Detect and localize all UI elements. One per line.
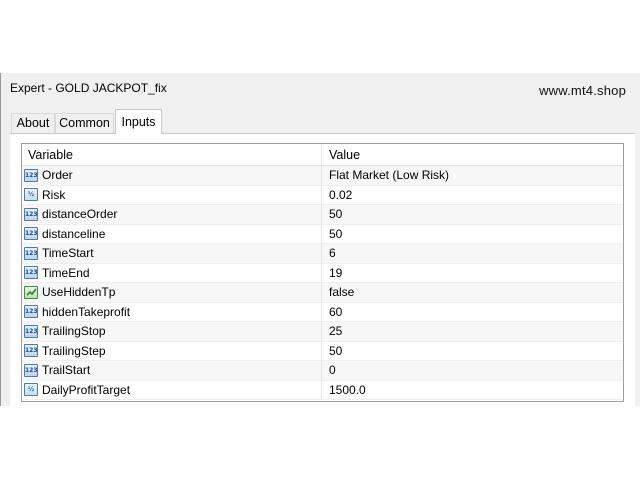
table-row[interactable]: 123 TrailingStop 25 [22,322,623,342]
variable-cell: ½ Risk [22,185,322,205]
variable-name: Order [42,168,73,183]
value-cell[interactable]: 6 [322,244,623,264]
value-cell[interactable]: 0.02 [322,186,623,205]
value-cell[interactable]: 25 [322,322,623,342]
variable-cell: 123 TimeStart [22,244,322,264]
table-row[interactable]: 123 hiddenTakeprofit 60 [22,302,623,322]
variable-name: UseHiddenTp [42,285,116,300]
variable-cell: UseHiddenTp [22,283,322,303]
variable-name: Risk [42,187,66,202]
integer-type-icon: 123 [24,207,38,221]
table-body: 123 Order Flat Market (Low Risk) ½ Risk 0.02 1… [22,166,623,400]
table-row[interactable]: 123 TrailStart 0 [22,361,623,381]
variable-cell: 123 distanceOrder [22,205,322,225]
integer-type-icon: 123 [24,168,38,182]
variable-name: hiddenTakeprofit [42,304,131,319]
table-row[interactable]: 123 TimeStart 6 [22,244,623,264]
integer-type-icon: 123 [24,266,38,280]
variable-name: distanceOrder [42,207,118,222]
integer-type-icon: 123 [24,324,38,338]
watermark-text: www.mt4.shop [539,83,626,98]
tab-bar: About Common Inputs [1,109,640,134]
value-cell[interactable]: 50 [322,342,623,361]
tab-inputs[interactable]: Inputs [115,109,162,134]
variable-name: DailyProfitTarget [42,382,131,397]
expert-properties-window: Expert - GOLD JACKPOT_fix www.mt4.shop A… [0,73,640,406]
variable-name: TrailingStep [42,343,106,358]
value-cell[interactable]: 50 [322,225,623,244]
integer-type-icon: 123 [24,305,38,319]
integer-type-icon: 123 [24,363,38,377]
value-cell[interactable]: 0 [322,361,623,381]
variable-name: TimeStart [42,246,94,261]
table-row[interactable]: 123 Order Flat Market (Low Risk) [22,166,623,186]
value-cell[interactable]: 1500.0 [322,381,623,400]
column-header-variable[interactable]: Variable [22,144,322,165]
inputs-panel: Variable Value 123 Order Flat Market (Low … [10,133,635,406]
variable-cell: ½ DailyProfitTarget [22,380,322,400]
variable-cell: 123 hiddenTakeprofit [22,302,322,322]
title-bar: Expert - GOLD JACKPOT_fix www.mt4.shop [1,73,640,103]
variable-cell: 123 TrailingStep [22,341,322,361]
variable-cell: 123 TrailingStop [22,322,322,342]
integer-type-icon: 123 [24,227,38,241]
variable-cell: 123 distanceline [22,224,322,244]
variable-name: TrailingStop [42,324,106,339]
table-row[interactable]: UseHiddenTp false [22,283,623,303]
tab-common[interactable]: Common [55,113,114,133]
variable-cell: 123 TimeEnd [22,263,322,283]
table-row[interactable]: 123 distanceOrder 50 [22,205,623,225]
table-header: Variable Value [22,144,623,166]
variable-name: TrailStart [42,363,91,378]
boolean-type-icon [24,285,38,299]
column-header-value[interactable]: Value [322,144,623,165]
table-row[interactable]: ½ Risk 0.02 [22,185,623,205]
table-row[interactable]: 123 distanceline 50 [22,224,623,244]
double-type-icon: ½ [24,383,38,397]
double-type-icon: ½ [24,188,38,202]
window-title: Expert - GOLD JACKPOT_fix [10,81,167,95]
value-cell[interactable]: 19 [322,264,623,283]
value-cell[interactable]: false [322,283,623,303]
variable-cell: 123 Order [22,166,322,186]
value-cell[interactable]: 60 [322,303,623,322]
integer-type-icon: 123 [24,344,38,358]
tab-about[interactable]: About [11,113,55,133]
variable-name: distanceline [42,226,106,241]
table-row[interactable]: 123 TimeEnd 19 [22,263,623,283]
integer-type-icon: 123 [24,246,38,260]
variable-cell: 123 TrailStart [22,361,322,381]
inputs-table: Variable Value 123 Order Flat Market (Low … [21,143,624,402]
table-row[interactable]: 123 TrailingStep 50 [22,341,623,361]
table-row[interactable]: ½ DailyProfitTarget 1500.0 [22,380,623,400]
value-cell[interactable]: 50 [322,205,623,225]
variable-name: TimeEnd [42,265,90,280]
value-cell[interactable]: Flat Market (Low Risk) [322,166,623,186]
